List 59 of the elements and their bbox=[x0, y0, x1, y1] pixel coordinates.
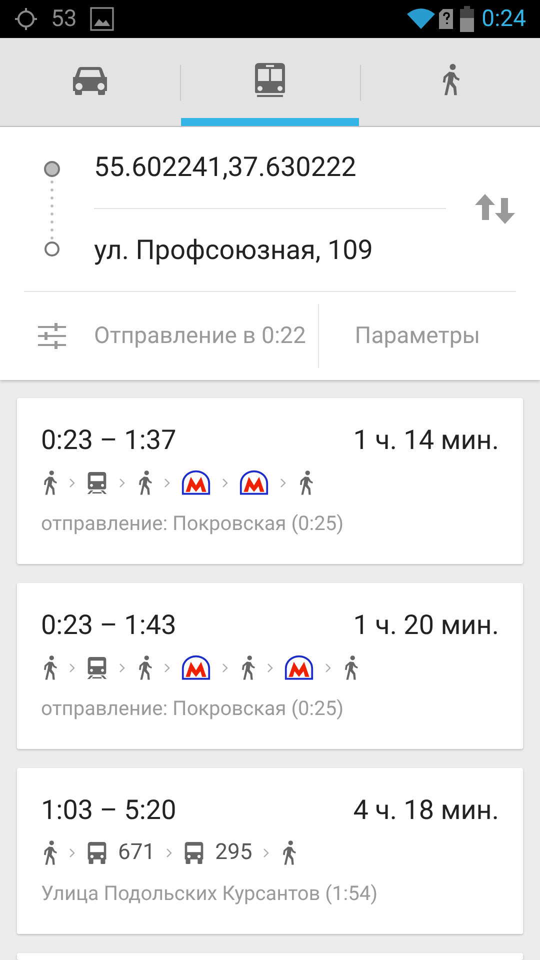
chevron-icon bbox=[69, 478, 75, 488]
walking-person-icon bbox=[136, 654, 153, 680]
walking-person-icon bbox=[280, 840, 298, 866]
chevron-icon bbox=[166, 848, 172, 858]
car-icon bbox=[71, 64, 109, 96]
notification-count: 53 bbox=[51, 4, 77, 34]
route-times: 0:23 – 1:37 bbox=[41, 423, 176, 458]
origin-field[interactable]: 55.602241,37.630222 bbox=[94, 127, 446, 209]
route-card[interactable]: 0:23 – 1:37 1 ч. 14 мин. отправление: Покровская (0:25) bbox=[17, 398, 523, 564]
route-duration: 1 ч. 14 мин. bbox=[353, 423, 499, 458]
chevron-icon bbox=[222, 478, 228, 488]
swap-arrows-icon[interactable] bbox=[475, 194, 515, 224]
walking-person-icon bbox=[41, 470, 58, 496]
route-duration: 1 ч. 20 мин. bbox=[353, 608, 499, 643]
walking-person-icon bbox=[136, 470, 153, 496]
route-times: 0:23 – 1:43 bbox=[41, 608, 176, 643]
walking-person-icon bbox=[239, 654, 256, 680]
walking-person-icon bbox=[41, 840, 58, 866]
metro-logo-icon bbox=[239, 470, 269, 495]
chevron-icon bbox=[263, 848, 270, 858]
route-duration: 4 ч. 18 мин. bbox=[353, 793, 499, 828]
bus-icon bbox=[183, 840, 206, 866]
train-icon bbox=[86, 470, 108, 496]
wifi-icon bbox=[406, 7, 436, 31]
chevron-icon bbox=[280, 478, 286, 488]
gps-icon bbox=[14, 7, 38, 31]
route-dots-icon bbox=[42, 159, 62, 259]
chevron-icon bbox=[222, 662, 228, 672]
chevron-icon bbox=[119, 478, 125, 488]
walking-person-icon bbox=[342, 654, 359, 680]
route-departure-note: отправление: Покровская (0:25) bbox=[41, 510, 345, 536]
sim-card-icon bbox=[438, 8, 454, 30]
route-card[interactable]: 1:03 – 5:20 4 ч. 18 мин. 671 295 Улица Подольских Курсантов (1:54) bbox=[17, 768, 523, 934]
chevron-icon bbox=[164, 662, 170, 672]
metro-logo-icon bbox=[181, 655, 211, 680]
image-icon bbox=[90, 7, 114, 31]
route-card[interactable]: 0:23 – 1:43 1 ч. 20 мин. отправление: Покровская (0:25) bbox=[17, 583, 523, 749]
bus-icon bbox=[86, 840, 108, 866]
destination-field[interactable]: ул. Профсоюзная, 109 bbox=[94, 209, 446, 291]
bus-route-number: 671 bbox=[118, 839, 156, 867]
chevron-icon bbox=[325, 662, 331, 672]
bus-route-number: 295 bbox=[215, 839, 252, 867]
chevron-icon bbox=[69, 662, 75, 672]
train-icon bbox=[86, 654, 108, 680]
filter-sliders-icon bbox=[38, 322, 66, 350]
route-departure-note: отправление: Покровская (0:25) bbox=[41, 694, 345, 722]
clock: 0:24 bbox=[482, 4, 526, 34]
route-departure-note: Улица Подольских Курсантов (1:54) bbox=[41, 880, 379, 906]
route-times: 1:03 – 5:20 bbox=[41, 793, 176, 828]
chevron-icon bbox=[164, 478, 170, 488]
metro-logo-icon bbox=[284, 655, 314, 680]
chevron-icon bbox=[119, 662, 125, 672]
battery-icon bbox=[460, 6, 474, 32]
metro-logo-icon bbox=[181, 470, 211, 495]
chevron-icon bbox=[69, 848, 75, 858]
walking-person-icon bbox=[297, 470, 314, 496]
walking-person-icon bbox=[41, 654, 58, 680]
train-icon bbox=[254, 62, 286, 98]
chevron-icon bbox=[267, 662, 273, 672]
